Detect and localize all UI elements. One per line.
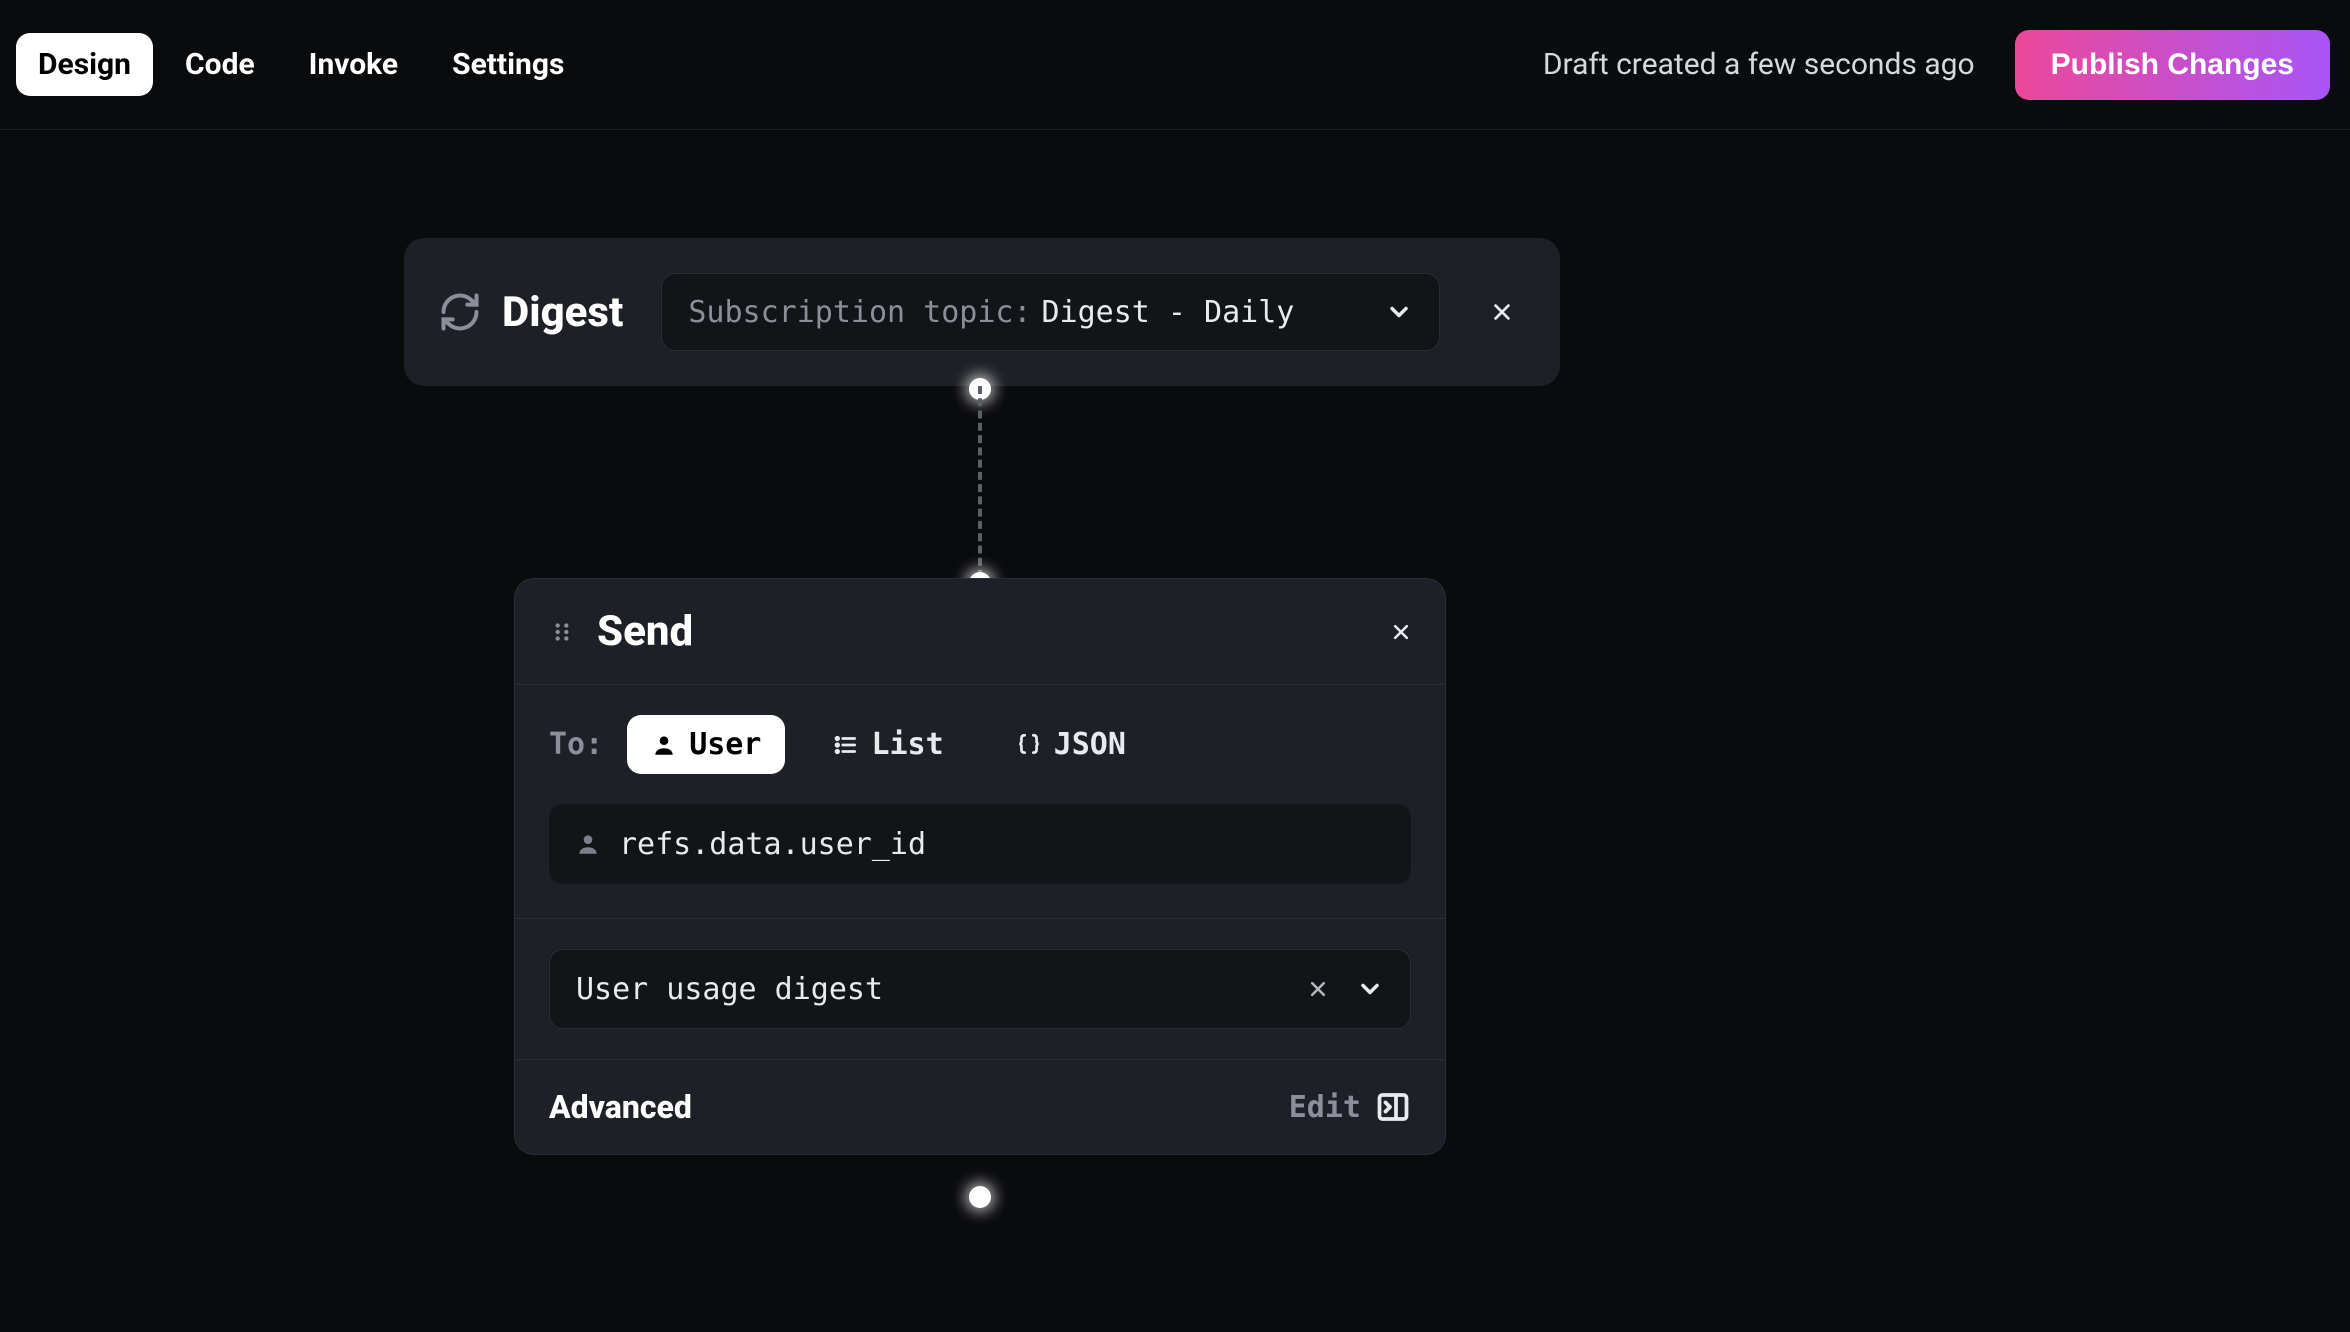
draft-status: Draft created a few seconds ago [1543, 47, 1975, 82]
close-icon [1491, 301, 1513, 323]
output-port[interactable] [969, 1186, 991, 1208]
recipient-mode-json[interactable]: JSON [992, 715, 1150, 774]
tab-design[interactable]: Design [16, 33, 153, 96]
template-value: User usage digest [576, 972, 1308, 1007]
chevron-down-icon [1385, 298, 1413, 326]
topic-label: Subscription topic: [688, 295, 1031, 330]
publish-button[interactable]: Publish Changes [2015, 30, 2330, 100]
template-clear-button[interactable] [1308, 979, 1328, 999]
nav-tabs: Design Code Invoke Settings [16, 33, 586, 96]
advanced-row: Advanced Edit [515, 1060, 1445, 1154]
send-title: Send [597, 607, 1369, 656]
panel-right-icon [1375, 1089, 1411, 1125]
chevron-down-icon [1356, 975, 1384, 1003]
send-header: Send [515, 579, 1445, 685]
template-section: User usage digest [515, 919, 1445, 1060]
recipient-mode-user[interactable]: User [627, 715, 785, 774]
braces-icon [1016, 732, 1042, 758]
close-icon [1391, 622, 1411, 642]
drag-handle-icon[interactable] [549, 619, 575, 645]
refresh-cycle-icon [438, 290, 482, 334]
user-icon [651, 732, 677, 758]
send-close-button[interactable] [1391, 622, 1411, 642]
tab-invoke[interactable]: Invoke [287, 33, 420, 96]
edit-label: Edit [1289, 1090, 1361, 1125]
close-icon [1308, 979, 1328, 999]
advanced-label: Advanced [549, 1088, 1289, 1126]
tab-code[interactable]: Code [163, 33, 277, 96]
workflow-canvas[interactable]: Digest Subscription topic: Digest - Dail… [0, 130, 2350, 1332]
connector-line [978, 386, 982, 578]
recipient-mode-list-label: List [871, 727, 943, 762]
recipient-user-value: refs.data.user_id [619, 827, 926, 862]
digest-title: Digest [502, 288, 623, 337]
top-bar: Design Code Invoke Settings Draft create… [0, 0, 2350, 130]
recipient-mode-list[interactable]: List [809, 715, 967, 774]
digest-close-button[interactable] [1478, 288, 1526, 336]
subscription-topic-select[interactable]: Subscription topic: Digest - Daily [661, 273, 1440, 351]
recipient-user-field[interactable]: refs.data.user_id [549, 804, 1411, 884]
node-digest[interactable]: Digest Subscription topic: Digest - Dail… [404, 238, 1560, 386]
node-send[interactable]: Send To: User [514, 578, 1446, 1155]
recipient-mode-json-label: JSON [1054, 727, 1126, 762]
recipient-section: To: User List JSO [515, 685, 1445, 919]
recipient-mode-user-label: User [689, 727, 761, 762]
tab-settings[interactable]: Settings [430, 33, 586, 96]
recipient-mode-row: To: User List JSO [549, 715, 1411, 774]
user-icon [575, 831, 601, 857]
to-label: To: [549, 727, 603, 762]
edit-button[interactable]: Edit [1289, 1089, 1411, 1125]
list-icon [833, 732, 859, 758]
template-select[interactable]: User usage digest [549, 949, 1411, 1029]
topic-value: Digest - Daily [1042, 295, 1348, 330]
